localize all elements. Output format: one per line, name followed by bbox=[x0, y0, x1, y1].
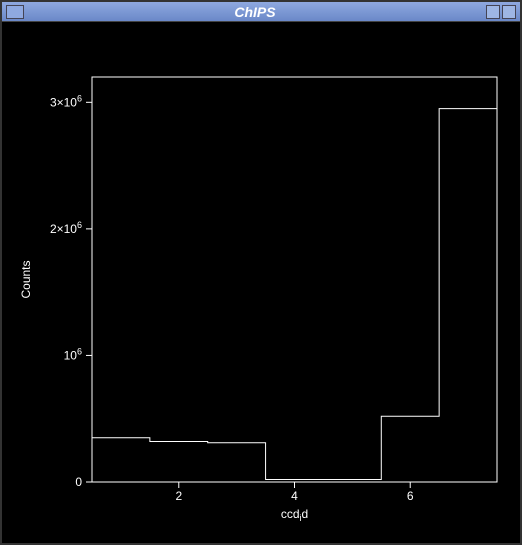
maximize-button[interactable] bbox=[502, 5, 516, 19]
x-tick-label: 4 bbox=[291, 489, 298, 503]
x-axis-label: ccdid bbox=[281, 507, 308, 523]
minimize-button[interactable] bbox=[486, 5, 500, 19]
window-menu-icon[interactable] bbox=[6, 5, 24, 19]
chart-canvas: 2 4 6 0 106 2×106 3×106 ccdid Counts bbox=[2, 22, 520, 543]
y-tick-label: 2×106 bbox=[50, 220, 82, 236]
x-tick-label: 2 bbox=[175, 489, 182, 503]
titlebar[interactable]: ChIPS bbox=[2, 2, 520, 22]
y-tick-label: 3×106 bbox=[50, 93, 82, 109]
y-tick-label: 106 bbox=[64, 346, 82, 362]
window-title: ChIPS bbox=[24, 4, 486, 20]
window-buttons bbox=[486, 5, 516, 19]
x-tick-label: 6 bbox=[407, 489, 414, 503]
app-window: ChIPS 2 4 6 0 106 2×106 3×106 ccdid Counts bbox=[0, 0, 522, 545]
axes-box bbox=[92, 77, 497, 482]
y-axis-label: Counts bbox=[19, 260, 33, 298]
histogram-line bbox=[92, 109, 497, 480]
y-tick-label: 0 bbox=[75, 475, 82, 489]
plot-area: 2 4 6 0 106 2×106 3×106 ccdid Counts bbox=[2, 22, 520, 543]
